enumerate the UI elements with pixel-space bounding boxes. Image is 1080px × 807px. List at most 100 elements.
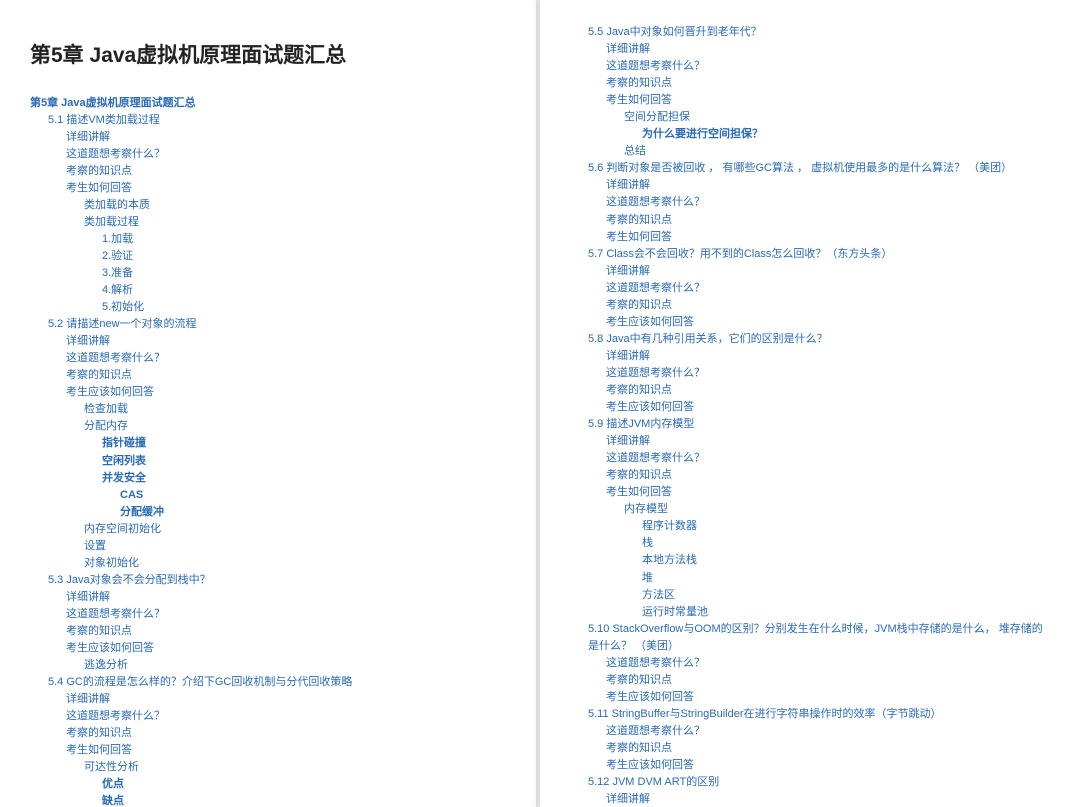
toc-entry[interactable]: 分配缓冲 xyxy=(30,504,509,521)
toc-entry[interactable]: 为什么要进行空间担保？ xyxy=(570,126,1050,143)
toc-entry[interactable]: 考察的知识点 xyxy=(570,382,1050,399)
toc-entry-label: 分配内存 xyxy=(84,420,128,432)
toc-entry[interactable]: 考生如何回答 xyxy=(570,92,1050,109)
toc-entry[interactable]: 第5章 Java虚拟机原理面试题汇总 xyxy=(30,95,509,112)
toc-entry[interactable]: 考察的知识点 xyxy=(570,75,1050,92)
toc-entry[interactable]: 考生如何回答 xyxy=(570,229,1050,246)
toc-entry[interactable]: 可达性分析 xyxy=(30,759,509,776)
toc-entry[interactable]: 这道题想考察什么？ xyxy=(570,194,1050,211)
toc-entry[interactable]: 5.11 StringBuffer与StringBuilder在进行字符串操作时… xyxy=(570,706,1050,723)
toc-entry[interactable]: 5.9 描述JVM内存模型 xyxy=(570,416,1050,433)
toc-entry[interactable]: 内存空间初始化 xyxy=(30,521,509,538)
toc-entry[interactable]: 5.初始化 xyxy=(30,299,509,316)
toc-entry[interactable]: 检查加载 xyxy=(30,401,509,418)
toc-entry[interactable]: 栈 xyxy=(570,535,1050,552)
toc-entry-label: 5.初始化 xyxy=(102,301,144,313)
toc-entry[interactable]: 对象初始化 xyxy=(30,555,509,572)
toc-entry[interactable]: 这道题想考察什么？ xyxy=(570,450,1050,467)
toc-entry-label: 优点 xyxy=(102,778,124,790)
toc-entry[interactable]: 考生如何回答 xyxy=(570,484,1050,501)
toc-entry[interactable]: 考生应该如何回答 xyxy=(570,399,1050,416)
toc-entry[interactable]: 指针碰撞 xyxy=(30,435,509,452)
toc-entry[interactable]: 考察的知识点 xyxy=(570,672,1050,689)
toc-entry[interactable]: 空间分配担保 xyxy=(570,109,1050,126)
toc-entry[interactable]: 4.解析 xyxy=(30,282,509,299)
toc-entry[interactable]: 5.5 Java中对象如何晋升到老年代？ xyxy=(570,24,1050,41)
toc-entry[interactable]: 5.10 StackOverflow与OOM的区别？分别发生在什么时候，JVM栈… xyxy=(570,621,1050,655)
toc-entry[interactable]: 类加载的本质 xyxy=(30,197,509,214)
toc-entry[interactable]: 这道题想考察什么？ xyxy=(570,58,1050,75)
toc-entry-label: 2.验证 xyxy=(102,250,133,262)
toc-entry[interactable]: 运行时常量池 xyxy=(570,604,1050,621)
toc-entry[interactable]: 详细讲解 xyxy=(30,589,509,606)
toc-entry[interactable]: 详细讲解 xyxy=(570,41,1050,58)
toc-entry[interactable]: 考生应该如何回答 xyxy=(30,640,509,657)
toc-entry[interactable]: 这道题想考察什么？ xyxy=(30,146,509,163)
toc-entry[interactable]: 考察的知识点 xyxy=(570,740,1050,757)
toc-entry[interactable]: 考察的知识点 xyxy=(30,163,509,180)
toc-entry[interactable]: 本地方法栈 xyxy=(570,552,1050,569)
toc-entry[interactable]: 5.12 JVM DVM ART的区别 xyxy=(570,774,1050,791)
toc-entry-label: 详细讲解 xyxy=(606,350,650,362)
toc-entry[interactable]: 详细讲解 xyxy=(570,791,1050,807)
toc-entry[interactable]: 考生应该如何回答 xyxy=(30,384,509,401)
toc-entry[interactable]: 3.准备 xyxy=(30,265,509,282)
toc-entry[interactable]: 这道题想考察什么？ xyxy=(570,655,1050,672)
toc-entry-label: 详细讲解 xyxy=(66,131,110,143)
toc-entry[interactable]: 考察的知识点 xyxy=(570,212,1050,229)
toc-entry[interactable]: 5.4 GC的流程是怎么样的？介绍下GC回收机制与分代回收策略 xyxy=(30,674,509,691)
toc-entry[interactable]: 5.3 Java对象会不会分配到栈中？ xyxy=(30,572,509,589)
toc-entry[interactable]: 考察的知识点 xyxy=(570,467,1050,484)
toc-entry[interactable]: 程序计数器 xyxy=(570,518,1050,535)
toc-entry[interactable]: 类加载过程 xyxy=(30,214,509,231)
toc-entry[interactable]: 详细讲解 xyxy=(570,433,1050,450)
toc-right-column: 5.5 Java中对象如何晋升到老年代？详细讲解这道题想考察什么？考察的知识点考… xyxy=(570,24,1050,807)
toc-entry[interactable]: 考察的知识点 xyxy=(30,367,509,384)
toc-entry[interactable]: 总结 xyxy=(570,143,1050,160)
toc-entry[interactable]: 考察的知识点 xyxy=(570,297,1050,314)
toc-entry[interactable]: 这道题想考察什么？ xyxy=(30,708,509,725)
toc-entry[interactable]: 考生应该如何回答 xyxy=(570,314,1050,331)
toc-entry-label: 空间分配担保 xyxy=(624,111,690,123)
page-right: 5.5 Java中对象如何晋升到老年代？详细讲解这道题想考察什么？考察的知识点考… xyxy=(540,0,1080,807)
toc-entry[interactable]: 优点 xyxy=(30,776,509,793)
toc-entry[interactable]: 5.2 请描述new一个对象的流程 xyxy=(30,316,509,333)
toc-entry[interactable]: CAS xyxy=(30,487,509,504)
toc-entry-label: 这道题想考察什么？ xyxy=(606,196,705,208)
toc-entry[interactable]: 这道题想考察什么？ xyxy=(570,723,1050,740)
toc-entry[interactable]: 详细讲解 xyxy=(570,177,1050,194)
toc-entry[interactable]: 并发安全 xyxy=(30,470,509,487)
toc-entry[interactable]: 考生应该如何回答 xyxy=(570,757,1050,774)
toc-entry[interactable]: 详细讲解 xyxy=(570,263,1050,280)
toc-entry[interactable]: 考生如何回答 xyxy=(30,742,509,759)
toc-entry[interactable]: 详细讲解 xyxy=(570,348,1050,365)
toc-entry-label: 考生应该如何回答 xyxy=(606,401,694,413)
toc-entry[interactable]: 详细讲解 xyxy=(30,333,509,350)
toc-entry[interactable]: 这道题想考察什么？ xyxy=(30,606,509,623)
toc-entry[interactable]: 考生如何回答 xyxy=(30,180,509,197)
toc-entry[interactable]: 堆 xyxy=(570,570,1050,587)
toc-entry[interactable]: 考察的知识点 xyxy=(30,725,509,742)
toc-entry[interactable]: 空闲列表 xyxy=(30,453,509,470)
toc-entry[interactable]: 5.6 判断对象是否被回收 ， 有哪些GC算法 ， 虚拟机使用最多的是什么算法？… xyxy=(570,160,1050,177)
toc-entry[interactable]: 这道题想考察什么？ xyxy=(30,350,509,367)
toc-entry[interactable]: 这道题想考察什么？ xyxy=(570,280,1050,297)
toc-entry[interactable]: 这道题想考察什么？ xyxy=(570,365,1050,382)
toc-entry[interactable]: 5.7 Class会不会回收？用不到的Class怎么回收？（东方头条） xyxy=(570,246,1050,263)
toc-entry-label: 这道题想考察什么？ xyxy=(606,657,705,669)
toc-entry[interactable]: 详细讲解 xyxy=(30,129,509,146)
toc-entry[interactable]: 逃逸分析 xyxy=(30,657,509,674)
toc-entry[interactable]: 5.1 描述VM类加载过程 xyxy=(30,112,509,129)
toc-entry[interactable]: 考察的知识点 xyxy=(30,623,509,640)
toc-entry[interactable]: 缺点 xyxy=(30,793,509,807)
toc-entry[interactable]: 设置 xyxy=(30,538,509,555)
toc-entry[interactable]: 方法区 xyxy=(570,587,1050,604)
toc-entry[interactable]: 1.加载 xyxy=(30,231,509,248)
toc-entry[interactable]: 2.验证 xyxy=(30,248,509,265)
toc-entry[interactable]: 5.8 Java中有几种引用关系，它们的区别是什么？ xyxy=(570,331,1050,348)
toc-entry[interactable]: 分配内存 xyxy=(30,418,509,435)
toc-entry[interactable]: 考生应该如何回答 xyxy=(570,689,1050,706)
toc-entry-label: 本地方法栈 xyxy=(642,554,697,566)
toc-entry[interactable]: 内存模型 xyxy=(570,501,1050,518)
toc-entry[interactable]: 详细讲解 xyxy=(30,691,509,708)
